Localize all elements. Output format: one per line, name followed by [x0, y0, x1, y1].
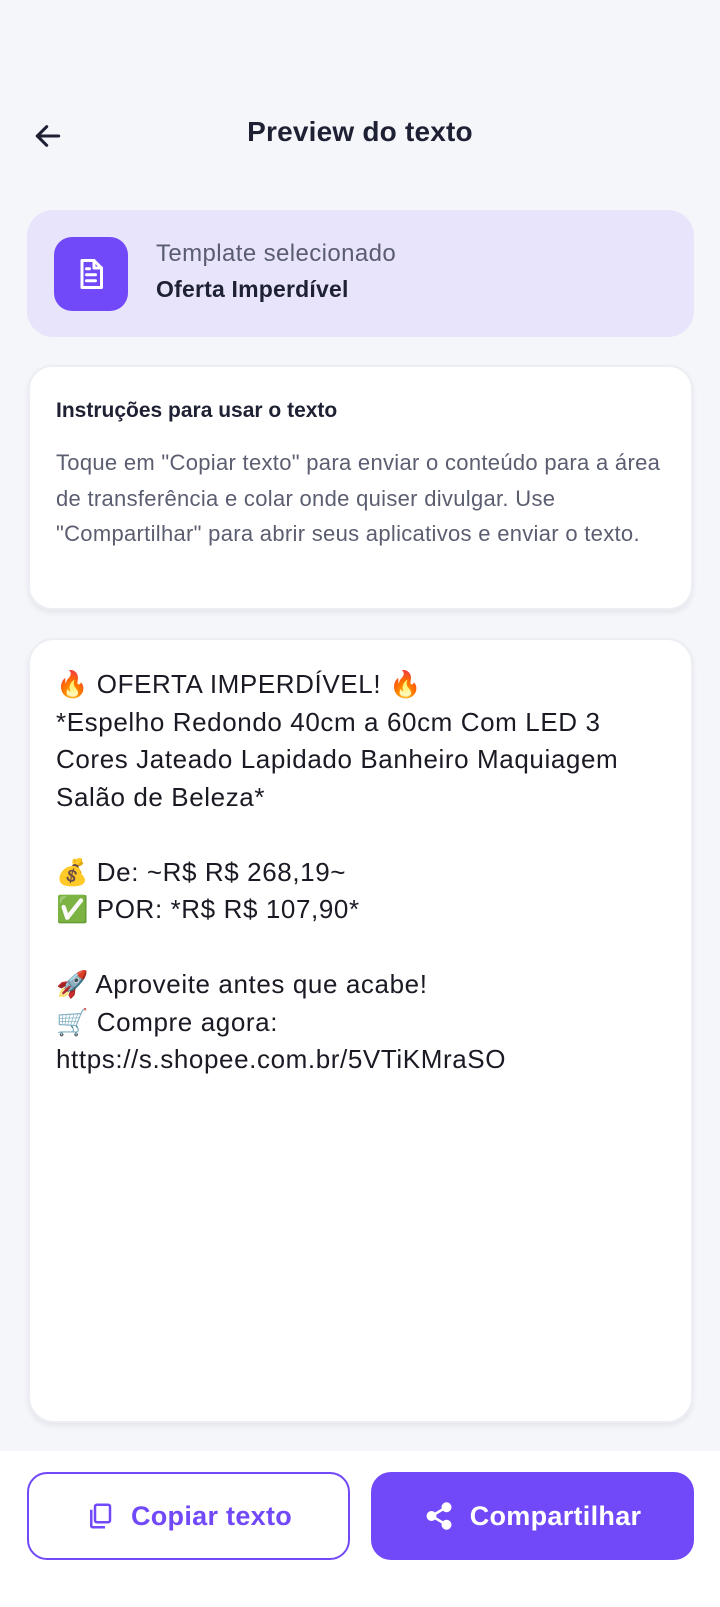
text-preview-card[interactable]: 🔥 OFERTA IMPERDÍVEL! 🔥 *Espelho Redondo …: [28, 638, 693, 1423]
top-bar: Preview do texto: [0, 0, 720, 200]
instructions-title: Instruções para usar o texto: [56, 399, 338, 422]
copy-text-button[interactable]: Copiar texto: [27, 1472, 350, 1560]
copy-text-label: Copiar texto: [130, 1500, 293, 1531]
page-title: Preview do texto: [247, 116, 473, 147]
action-bar: Copiar texto Compartilhar: [0, 1451, 720, 1607]
document-icon: [80, 259, 103, 289]
share-button[interactable]: Compartilhar: [371, 1472, 694, 1560]
template-name: Oferta Imperdível: [156, 276, 349, 302]
selected-template-card: Template selecionado Oferta Imperdível: [27, 210, 694, 337]
instructions-card: Instruções para usar o texto Toque em "C…: [28, 365, 693, 610]
preview-text[interactable]: 🔥 OFERTA IMPERDÍVEL! 🔥 *Espelho Redondo …: [56, 666, 666, 1079]
instructions-body: Toque em "Copiar texto" para enviar o co…: [56, 450, 661, 546]
share-icon: [424, 1501, 454, 1531]
copy-icon: [85, 1501, 115, 1531]
share-label: Compartilhar: [469, 1500, 642, 1531]
template-icon-badge: [54, 237, 128, 311]
template-caption: Template selecionado: [156, 240, 397, 267]
